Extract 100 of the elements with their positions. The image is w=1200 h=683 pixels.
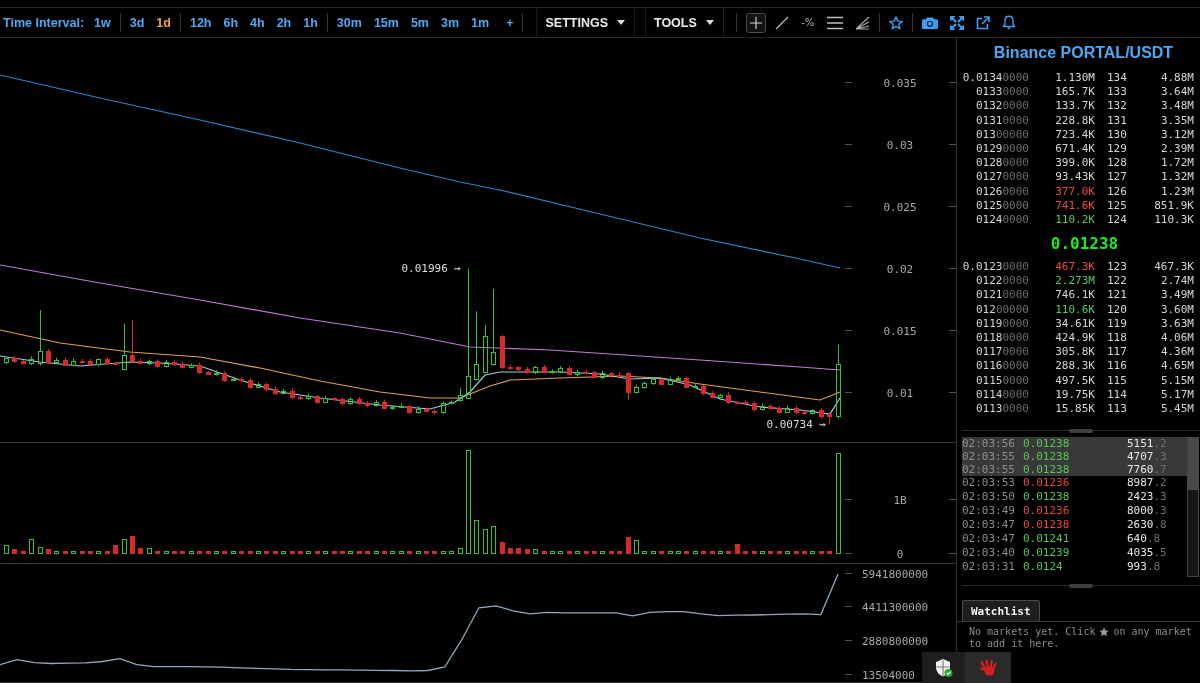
plus-icon <box>749 16 762 29</box>
trade-price: 0.01236 <box>1023 504 1071 519</box>
interval-button[interactable]: 6h <box>217 10 245 35</box>
order-size: 424.9K <box>1055 331 1095 346</box>
star-icon <box>888 15 903 30</box>
trade-amount: 4035.5 <box>1127 546 1167 561</box>
order-total: 1.23M <box>1160 184 1194 199</box>
interval-button[interactable]: 3m <box>435 10 466 35</box>
trade-time: 02:03:55 <box>962 463 1016 477</box>
empty-message-text: on any market <box>1113 626 1192 639</box>
interval-button[interactable]: 1w <box>88 10 117 35</box>
order-total: 110.3K <box>1154 212 1194 228</box>
order-total: 2.39M <box>1160 141 1194 157</box>
order-count: 129 <box>1107 141 1127 157</box>
order-count: 118 <box>1107 331 1127 346</box>
price-axis-label: 0.025 <box>883 200 917 214</box>
empty-message-text: to add it here. <box>969 638 1060 651</box>
expand-icon <box>949 15 964 30</box>
order-total: 3.60M <box>1160 302 1194 317</box>
order-size: 497.5K <box>1055 373 1095 388</box>
trade-price: 0.01239 <box>1023 546 1071 561</box>
order-price: 01190000 <box>976 316 1029 331</box>
order-size: 399.0K <box>1055 156 1095 171</box>
add-interval-button[interactable]: + <box>500 10 520 35</box>
order-total: 467.3K <box>1154 260 1194 275</box>
order-total: 4.06M <box>1160 331 1194 346</box>
order-count: 121 <box>1107 288 1127 303</box>
order-size: 288.3K <box>1055 359 1095 374</box>
trade-price: 0.01241 <box>1023 532 1071 547</box>
trade-price: 0.01238 <box>1023 463 1071 477</box>
trade-time: 02:03:40 <box>962 546 1016 561</box>
order-price: 01290000 <box>976 141 1029 157</box>
menu-button[interactable]: SETTINGS <box>536 8 635 37</box>
order-size: 741.6K <box>1055 198 1095 213</box>
order-price: 01140000 <box>976 387 1029 402</box>
interval-button[interactable]: 30m <box>330 10 368 35</box>
interval-button[interactable]: 2h <box>270 10 298 35</box>
interval-button[interactable]: 15m <box>367 10 405 35</box>
splitter-handle[interactable] <box>1069 428 1093 433</box>
order-size: 34.61K <box>1055 316 1095 331</box>
order-size: 1.130M <box>1055 71 1095 86</box>
crosshair-tool-button[interactable] <box>745 12 766 33</box>
order-price: 0.01340000 <box>962 71 1029 86</box>
order-total: 5.15M <box>1160 373 1194 388</box>
order-size: 93.43K <box>1055 170 1095 185</box>
indicator-axis-label: 4411300000 <box>862 600 929 614</box>
horizontal-lines-icon <box>826 15 843 30</box>
order-count: 124 <box>1107 212 1127 228</box>
order-count: 134 <box>1107 71 1127 86</box>
menu-button[interactable]: TOOLS <box>645 8 724 37</box>
order-size: 746.1K <box>1055 288 1095 303</box>
interval-button[interactable]: 1m <box>465 10 496 35</box>
order-count: 116 <box>1107 359 1127 374</box>
external-link-icon <box>975 15 990 30</box>
interval-label: Time Interval: <box>3 15 85 30</box>
order-size: 671.4K <box>1055 141 1095 157</box>
trade-time: 02:03:47 <box>962 532 1016 547</box>
interval-button[interactable]: 1h <box>297 10 324 35</box>
last-price: 0.01238 <box>1050 234 1119 254</box>
order-count: 127 <box>1107 170 1127 185</box>
price-axis-label: 0.035 <box>883 76 917 90</box>
order-size: 15.85K <box>1055 401 1095 417</box>
interval-button[interactable]: 5m <box>404 10 435 35</box>
interval-button[interactable]: 1d <box>150 10 177 35</box>
trade-time: 02:03:47 <box>962 518 1016 533</box>
order-count: 122 <box>1107 274 1127 289</box>
order-count: 131 <box>1107 113 1127 128</box>
order-price: 01310000 <box>976 113 1029 128</box>
diagonal-line-icon <box>774 15 789 30</box>
tray-button[interactable] <box>922 652 965 683</box>
order-count: 133 <box>1107 85 1127 100</box>
order-price: 01220000 <box>976 274 1029 289</box>
interval-button[interactable]: 3d <box>123 10 151 35</box>
trade-time: 02:03:55 <box>962 450 1016 464</box>
order-price: 01170000 <box>976 345 1029 360</box>
price-axis-label: 0.015 <box>883 324 917 338</box>
order-price: 01320000 <box>976 99 1029 114</box>
order-count: 120 <box>1107 302 1127 317</box>
high-price-label: 0.01996 → <box>401 262 461 275</box>
interval-button[interactable]: 4h <box>244 10 271 35</box>
order-total: 3.35M <box>1160 113 1194 128</box>
scrollbar[interactable] <box>1187 437 1199 578</box>
order-size: 2.273M <box>1055 274 1095 289</box>
order-price: 01280000 <box>976 156 1029 171</box>
order-price: 01150000 <box>976 373 1029 388</box>
scrollbar-thumb[interactable] <box>1188 438 1198 491</box>
trade-amount: 993.8 <box>1127 560 1161 575</box>
interval-button[interactable]: 12h <box>183 10 218 35</box>
order-count: 130 <box>1107 127 1127 142</box>
order-size: 165.7K <box>1055 85 1095 100</box>
percent-tool-button[interactable]: -% <box>797 12 818 33</box>
trade-time: 02:03:50 <box>962 490 1016 505</box>
trade-time: 02:03:31 <box>962 560 1016 575</box>
order-price: 01330000 <box>976 85 1029 100</box>
splitter-handle[interactable] <box>1069 583 1093 588</box>
order-price: 01200000 <box>976 302 1029 317</box>
price-axis-label: 0.02 <box>886 262 914 276</box>
order-total: 3.63M <box>1160 316 1194 331</box>
hand-icon <box>979 658 997 677</box>
watchlist-tab[interactable]: Watchlist <box>962 600 1040 622</box>
